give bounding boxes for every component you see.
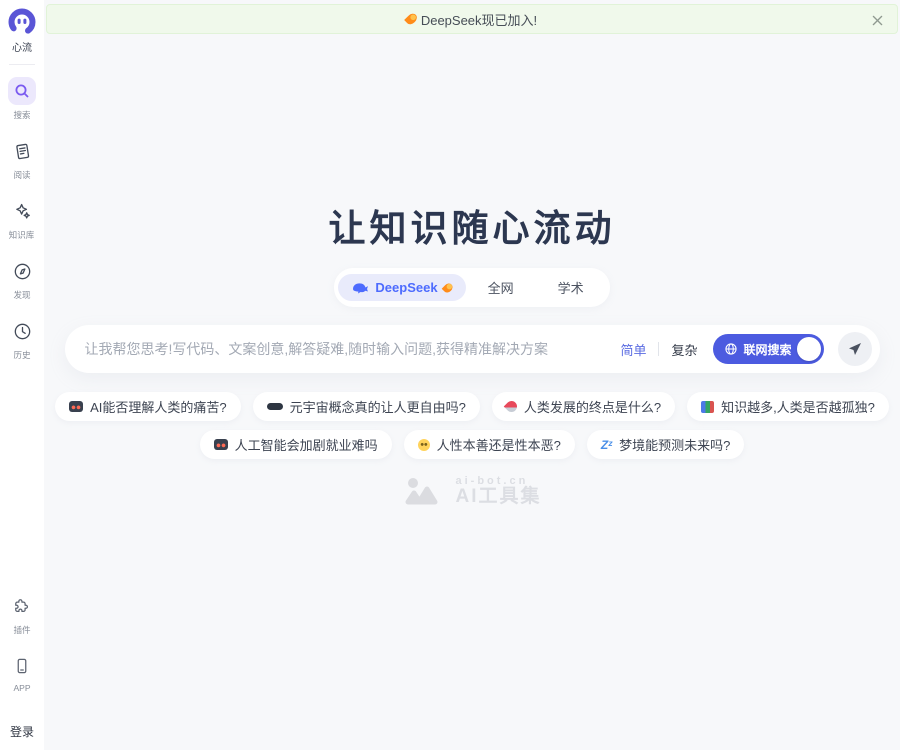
tab-label: 学术 <box>558 278 584 297</box>
sidebar-item-search[interactable]: 搜索 <box>8 77 36 121</box>
sidebar-item-app[interactable]: APP <box>8 652 36 693</box>
sidebar-item-reading[interactable]: 阅读 <box>8 137 36 181</box>
rocket-icon <box>504 399 520 415</box>
sidebar-item-plugins[interactable]: 插件 <box>8 592 36 636</box>
plugin-puzzle-icon <box>8 592 36 620</box>
sidebar-item-label: APP <box>13 683 30 693</box>
toggle-knob <box>797 337 821 361</box>
suggestion-chip[interactable]: 元宇宙概念真的让人更自由吗? <box>253 392 480 421</box>
discover-compass-icon <box>8 257 36 285</box>
page-title: 让知识随心流动 <box>329 198 616 252</box>
globe-icon <box>724 342 738 356</box>
reading-icon <box>8 137 36 165</box>
search-icon <box>8 77 36 105</box>
web-search-label: 联网搜索 <box>743 341 791 358</box>
baby-icon <box>418 439 430 451</box>
sidebar: 心流 搜索 阅读 <box>0 0 44 750</box>
web-search-toggle[interactable]: 联网搜索 <box>713 334 823 364</box>
robot-icon <box>69 401 83 412</box>
flame-icon <box>404 12 419 27</box>
tab-label: DeepSeek <box>375 280 437 295</box>
chip-label: 人工智能会加剧就业难吗 <box>235 435 378 454</box>
sidebar-item-label: 搜索 <box>13 108 30 120</box>
chip-label: 知识越多,人类是否越孤独? <box>721 397 875 416</box>
sidebar-item-history[interactable]: 历史 <box>8 317 36 361</box>
suggestion-chip[interactable]: AI能否理解人类的痛苦? <box>55 392 241 421</box>
history-clock-icon <box>8 317 36 345</box>
search-bar: 简单 复杂 联网搜索 <box>65 325 880 373</box>
vr-goggles-icon <box>267 403 283 410</box>
heartflow-logo-icon <box>8 8 36 36</box>
suggestion-chip[interactable]: 知识越多,人类是否越孤独? <box>687 392 889 421</box>
sidebar-item-discover[interactable]: 发现 <box>8 257 36 301</box>
suggestion-chip[interactable]: 人工智能会加剧就业难吗 <box>200 430 392 459</box>
flame-icon <box>441 281 454 294</box>
mode-divider <box>658 342 659 356</box>
watermark: ai-bot.cn AI工具集 <box>402 475 541 508</box>
sidebar-bottom: 插件 APP 登录 <box>8 592 36 740</box>
sidebar-item-label: 发现 <box>13 288 30 300</box>
main-content: DeepSeek现已加入! 让知识随心流动 DeepSeek 全网 学术 简 <box>44 0 900 750</box>
robot-icon <box>214 439 228 450</box>
tab-deepseek[interactable]: DeepSeek <box>338 274 465 301</box>
send-icon <box>847 341 863 357</box>
sidebar-item-knowledge-base[interactable]: 知识库 <box>8 197 36 241</box>
mobile-app-icon <box>8 652 36 680</box>
tab-whole-web[interactable]: 全网 <box>466 272 536 303</box>
sidebar-item-label: 插件 <box>13 623 30 635</box>
app-logo[interactable]: 心流 <box>8 8 36 54</box>
sidebar-item-label: 知识库 <box>9 228 35 240</box>
zzz-icon: Zᶻ <box>601 439 612 451</box>
suggestion-chip[interactable]: Zᶻ 梦境能预测未来吗? <box>587 430 745 459</box>
sidebar-divider <box>9 64 35 65</box>
app-name: 心流 <box>12 39 32 54</box>
chip-label: AI能否理解人类的痛苦? <box>90 397 227 416</box>
whale-icon <box>352 282 369 294</box>
suggestion-row-1: AI能否理解人类的痛苦? 元宇宙概念真的让人更自由吗? 人类发展的终点是什么? … <box>55 392 889 421</box>
banner-message: DeepSeek现已加入! <box>407 10 537 29</box>
chip-label: 梦境能预测未来吗? <box>619 435 730 454</box>
deepseek-banner: DeepSeek现已加入! <box>46 4 898 34</box>
ai-bot-logo-icon <box>402 475 446 507</box>
send-button[interactable] <box>838 332 872 366</box>
watermark-text: ai-bot.cn AI工具集 <box>455 475 541 508</box>
chip-label: 元宇宙概念真的让人更自由吗? <box>290 397 466 416</box>
suggestion-row-2: 人工智能会加剧就业难吗 人性本善还是性本恶? Zᶻ 梦境能预测未来吗? <box>200 430 745 459</box>
sidebar-item-label: 历史 <box>13 348 30 360</box>
suggestion-chip[interactable]: 人类发展的终点是什么? <box>492 392 675 421</box>
search-input[interactable] <box>85 341 609 357</box>
banner-text: DeepSeek现已加入! <box>421 10 537 29</box>
chip-label: 人类发展的终点是什么? <box>524 397 661 416</box>
close-icon[interactable] <box>869 12 885 28</box>
books-icon <box>701 401 714 413</box>
tab-academic[interactable]: 学术 <box>536 272 606 303</box>
sidebar-item-label: 阅读 <box>13 168 30 180</box>
login-button[interactable]: 登录 <box>10 723 34 740</box>
suggestion-chip[interactable]: 人性本善还是性本恶? <box>404 430 575 459</box>
search-mode-tabs: DeepSeek 全网 学术 <box>334 268 609 307</box>
tab-label: 全网 <box>488 278 514 297</box>
mode-complex-button[interactable]: 复杂 <box>671 340 697 359</box>
chip-label: 人性本善还是性本恶? <box>437 435 561 454</box>
mode-simple-button[interactable]: 简单 <box>620 340 646 359</box>
knowledge-base-icon <box>8 197 36 225</box>
watermark-title: AI工具集 <box>455 487 541 508</box>
